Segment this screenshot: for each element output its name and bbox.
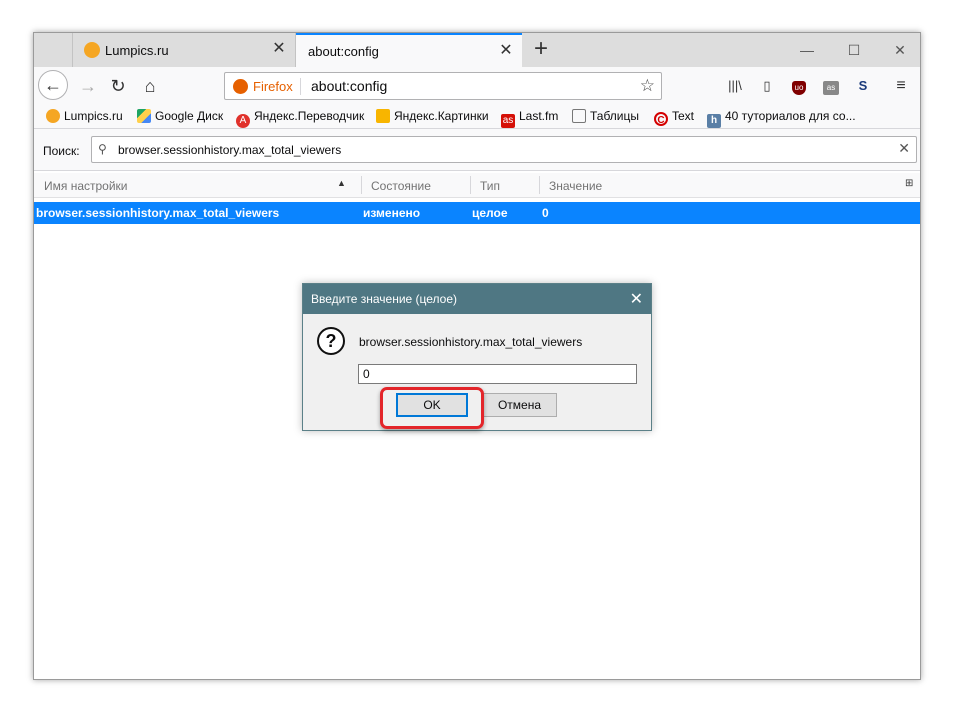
search-label: Поиск: [43, 144, 80, 158]
table-header: Имя настройки ▲ Состояние Тип Значение ⊞ [34, 173, 920, 198]
question-icon: ? [317, 327, 345, 355]
lumpics-icon [46, 109, 60, 123]
google-drive-icon [137, 109, 151, 123]
dialog-close-icon[interactable]: ✕ [630, 289, 643, 309]
yandex-translate-icon: A [236, 114, 250, 128]
bookmark-label: Text [672, 109, 695, 123]
pref-value: 0 [542, 206, 549, 220]
menu-icon[interactable]: ≡ [892, 77, 910, 95]
identity-label: Firefox [253, 79, 293, 94]
sort-ascending-icon: ▲ [337, 178, 346, 188]
pref-type: целое [472, 206, 508, 220]
config-search-row: Поиск: ⚲ browser.sessionhistory.max_tota… [34, 129, 920, 171]
pref-state: изменено [363, 206, 421, 220]
dialog-message: browser.sessionhistory.max_total_viewers [359, 335, 583, 349]
column-divider[interactable] [470, 176, 471, 194]
sidebar-icon[interactable]: ▯ [758, 77, 776, 95]
home-button[interactable]: ⌂ [136, 72, 164, 100]
bookmark-label: Google Диск [155, 109, 224, 123]
maximize-button[interactable]: ☐ [844, 40, 864, 60]
bookmark-label: 40 туториалов для со... [725, 109, 856, 123]
column-state[interactable]: Состояние [371, 179, 431, 193]
column-picker-icon[interactable]: ⊞ [905, 178, 913, 189]
tab-lumpics[interactable]: Lumpics.ru ✕ [72, 33, 296, 67]
dialog-title: Введите значение (целое) [311, 292, 458, 306]
tab-title: about:config [308, 44, 379, 59]
yandex-images-icon [376, 109, 390, 123]
bookmark-google-drive[interactable]: Google Диск [137, 109, 223, 125]
column-name[interactable]: Имя настройки [44, 179, 128, 193]
library-icon[interactable]: |||\ [726, 77, 744, 95]
bookmark-label: Яндекс.Переводчик [254, 109, 365, 123]
clear-search-icon[interactable]: ✕ [898, 140, 910, 157]
bookmark-label: Lumpics.ru [64, 109, 123, 123]
bookmark-yandex-translate[interactable]: A Яндекс.Переводчик [236, 109, 365, 128]
tab-strip: Lumpics.ru ✕ about:config ✕ + — ☐ ✕ [34, 33, 920, 67]
cancel-button[interactable]: Отмена [482, 393, 557, 417]
column-divider[interactable] [539, 176, 540, 194]
dialog-titlebar: Введите значение (целое) ✕ [303, 284, 651, 314]
bookmark-tutorials[interactable]: h 40 туториалов для со... [707, 109, 856, 128]
close-window-button[interactable]: ✕ [890, 40, 910, 60]
bookmark-label: Last.fm [519, 109, 559, 123]
search-value[interactable]: browser.sessionhistory.max_total_viewers [118, 143, 341, 157]
lastfm-extension-icon[interactable]: as [822, 77, 840, 95]
bookmark-lastfm[interactable]: as Last.fm [501, 109, 559, 128]
column-divider[interactable] [361, 176, 362, 194]
bookmark-text[interactable]: C Text [654, 109, 695, 126]
tab-title: Lumpics.ru [105, 43, 169, 58]
column-type[interactable]: Тип [480, 179, 500, 193]
copyright-icon: C [654, 112, 668, 126]
minimize-button[interactable]: — [797, 40, 817, 60]
search-icon: ⚲ [98, 142, 107, 156]
ublock-icon[interactable]: uo [790, 77, 808, 95]
back-button[interactable]: ← [38, 70, 68, 100]
bookmark-yandex-images[interactable]: Яндекс.Картинки [376, 109, 489, 125]
firefox-icon [233, 79, 248, 94]
bookmark-lumpics[interactable]: Lumpics.ru [46, 109, 123, 125]
tab-about-config[interactable]: about:config ✕ [296, 33, 522, 67]
url-bar[interactable]: Firefox about:config ☆ [224, 72, 662, 100]
table-row[interactable]: browser.sessionhistory.max_total_viewers… [34, 202, 920, 224]
folder-icon [572, 109, 586, 123]
pref-name: browser.sessionhistory.max_total_viewers [36, 206, 280, 220]
forward-button[interactable]: → [74, 72, 102, 100]
lumpics-favicon-icon [84, 42, 100, 58]
url-text[interactable]: about:config [311, 78, 387, 94]
value-input[interactable]: 0 [358, 364, 637, 384]
bookmark-star-icon[interactable]: ☆ [640, 76, 655, 96]
new-tab-button[interactable]: + [528, 37, 554, 63]
bookmark-label: Таблицы [590, 109, 640, 123]
close-tab-icon[interactable]: ✕ [271, 41, 287, 57]
close-tab-icon[interactable]: ✕ [498, 43, 514, 59]
column-value[interactable]: Значение [549, 179, 602, 193]
navigation-toolbar: ← → ↻ ⌂ Firefox about:config ☆ |||\ ▯ uo… [34, 67, 920, 105]
s-extension-icon[interactable]: S [854, 77, 872, 95]
reload-button[interactable]: ↻ [104, 72, 132, 100]
bookmark-label: Яндекс.Картинки [394, 109, 489, 123]
bookmarks-toolbar: Lumpics.ru Google Диск A Яндекс.Переводчи… [34, 105, 920, 129]
search-input[interactable]: ⚲ browser.sessionhistory.max_total_viewe… [91, 136, 917, 163]
url-separator [300, 78, 301, 95]
bookmark-folder-tables[interactable]: Таблицы [572, 109, 639, 125]
ok-button-highlight [380, 387, 484, 429]
lastfm-icon: as [501, 114, 515, 128]
h-icon: h [707, 114, 721, 128]
